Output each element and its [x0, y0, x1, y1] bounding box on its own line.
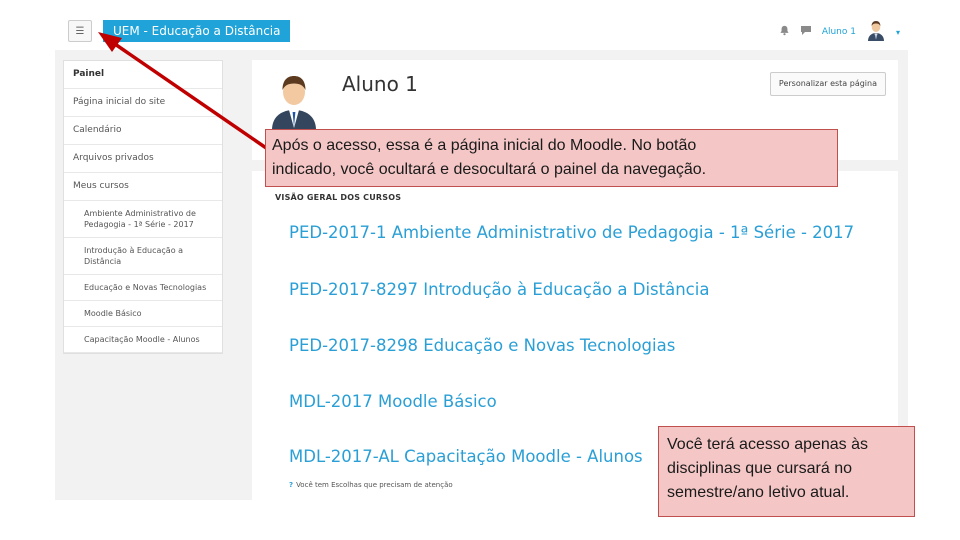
user-menu-name[interactable]: Aluno 1: [822, 27, 856, 37]
bell-icon[interactable]: [779, 25, 790, 39]
drawer-course-item[interactable]: Introdução à Educação a Distância: [64, 238, 222, 275]
callout-access-hint: Você terá acesso apenas às disciplinas q…: [658, 426, 915, 517]
callout-line: indicado, você ocultará e desocultará o …: [272, 161, 707, 178]
page-title: Aluno 1: [342, 72, 418, 96]
drawer-item-painel[interactable]: Painel: [64, 61, 222, 89]
course-link[interactable]: PED-2017-8297 Introdução à Educação a Di…: [289, 280, 709, 299]
drawer-course-item[interactable]: Moodle Básico: [64, 301, 222, 327]
hamburger-icon: ☰: [75, 26, 85, 37]
course-link[interactable]: MDL-2017 Moodle Básico: [289, 392, 497, 411]
callout-nav-toggle-hint: Após o acesso, essa é a página inicial d…: [265, 129, 838, 187]
nav-drawer-toggle-button[interactable]: ☰: [68, 20, 92, 42]
user-avatar: [270, 70, 318, 130]
course-link[interactable]: MDL-2017-AL Capacitação Moodle - Alunos: [289, 447, 643, 466]
drawer-item-private-files[interactable]: Arquivos privados: [64, 145, 222, 173]
attention-text: Você tem Escolhas que precisam de atençã…: [296, 481, 453, 489]
help-icon: ?: [289, 481, 294, 489]
user-avatar-small[interactable]: [866, 19, 886, 45]
drawer-item-my-courses[interactable]: Meus cursos: [64, 173, 222, 201]
callout-line: Após o acesso, essa é a página inicial d…: [272, 137, 697, 154]
message-icon[interactable]: [800, 25, 812, 39]
callout-line: Você terá acesso apenas às: [667, 436, 869, 453]
course-overview-heading: VISÃO GERAL DOS CURSOS: [275, 193, 402, 202]
chevron-down-icon[interactable]: ▾: [896, 28, 900, 37]
course-link[interactable]: PED-2017-1 Ambiente Administrativo de Pe…: [289, 223, 854, 242]
top-navbar: ☰ UEM - Educação a Distância Aluno 1 ▾: [55, 14, 908, 50]
callout-line: semestre/ano letivo atual.: [667, 484, 850, 501]
navigation-drawer: Painel Página inicial do site Calendário…: [63, 60, 223, 354]
course-link[interactable]: PED-2017-8298 Educação e Novas Tecnologi…: [289, 336, 675, 355]
customize-page-button[interactable]: Personalizar esta página: [769, 72, 886, 96]
drawer-item-site-home[interactable]: Página inicial do site: [64, 89, 222, 117]
callout-line: disciplinas que cursará no: [667, 460, 852, 477]
drawer-course-item[interactable]: Capacitação Moodle - Alunos: [64, 327, 222, 353]
site-brand-link[interactable]: UEM - Educação a Distância: [103, 20, 291, 42]
drawer-item-calendar[interactable]: Calendário: [64, 117, 222, 145]
drawer-course-item[interactable]: Ambiente Administrativo de Pedagogia - 1…: [64, 201, 222, 238]
attention-notice[interactable]: ? Você tem Escolhas que precisam de atenç…: [289, 481, 453, 489]
navbar-user-area: Aluno 1 ▾: [779, 20, 900, 44]
drawer-course-item[interactable]: Educação e Novas Tecnologias: [64, 275, 222, 301]
